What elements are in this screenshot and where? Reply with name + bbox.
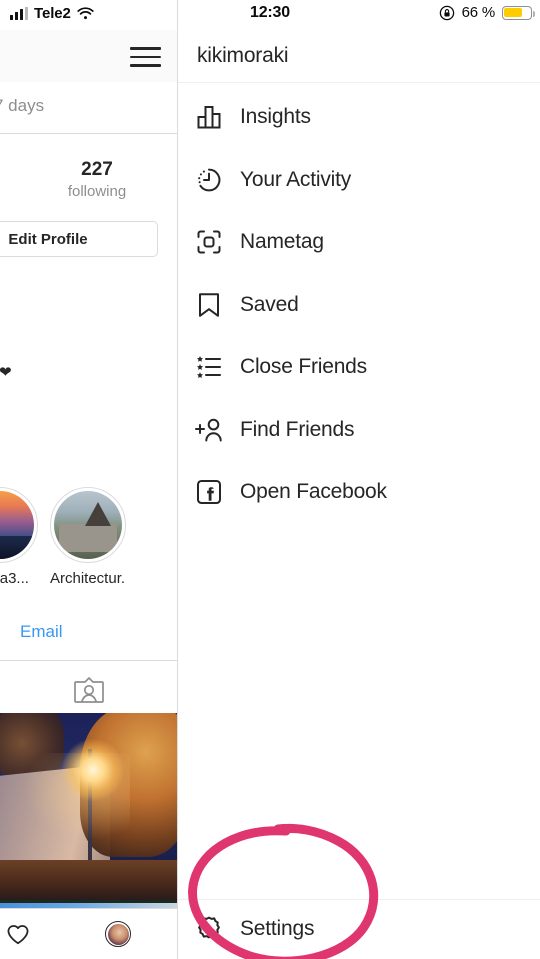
hamburger-line bbox=[130, 47, 161, 50]
side-menu-panel: kikimoraki Insights Your Activity Nameta… bbox=[178, 0, 540, 959]
night-streetlamp-autumn-photo[interactable] bbox=[0, 713, 180, 908]
story-highlights: ткиза3... Architectur... bbox=[0, 487, 180, 587]
status-bar: Tele2 12:30 66 % bbox=[0, 0, 540, 30]
instagram-profile-menu-screen: 7 days s 227 following Edit Profile ц❤ т… bbox=[0, 0, 540, 959]
battery-cap bbox=[532, 10, 535, 17]
menu-item-label: Settings bbox=[240, 917, 315, 940]
bookmark-icon bbox=[178, 291, 240, 319]
menu-item-saved[interactable]: Saved bbox=[178, 274, 540, 337]
following-count: 227 bbox=[81, 159, 113, 180]
battery-percent-label: 66 % bbox=[461, 4, 496, 21]
menu-item-label: Your Activity bbox=[240, 167, 352, 191]
star-list-icon bbox=[178, 353, 240, 381]
avatar bbox=[107, 923, 129, 945]
menu-item-label: Open Facebook bbox=[240, 480, 387, 504]
divider bbox=[0, 660, 180, 661]
tagged-photos-icon[interactable] bbox=[72, 674, 106, 708]
battery-icon bbox=[502, 5, 535, 20]
profile-avatar-icon[interactable] bbox=[105, 921, 131, 947]
bio-text: ц❤ bbox=[0, 364, 13, 381]
menu-item-nametag[interactable]: Nametag bbox=[178, 211, 540, 274]
seen-days-label: 7 days bbox=[0, 96, 45, 115]
heart-icon[interactable] bbox=[6, 923, 30, 945]
photo-bushes bbox=[0, 860, 180, 902]
nametag-scan-icon bbox=[178, 228, 240, 256]
gear-icon bbox=[178, 914, 240, 944]
highlight-label: Architectur... bbox=[50, 570, 126, 587]
menu-item-label: Close Friends bbox=[240, 355, 367, 379]
menu-item-label: Find Friends bbox=[240, 417, 355, 441]
email-button[interactable]: Email bbox=[20, 622, 63, 642]
divider bbox=[178, 82, 540, 83]
castle-tower-photo bbox=[54, 491, 122, 559]
menu-item-insights[interactable]: Insights bbox=[178, 86, 540, 149]
highlight-item[interactable]: ткиза3... bbox=[0, 487, 38, 587]
profile-stats: s 227 following bbox=[0, 157, 180, 213]
edit-profile-button[interactable]: Edit Profile bbox=[0, 221, 158, 257]
hamburger-menu-icon[interactable] bbox=[122, 42, 168, 72]
menu-item-label: Saved bbox=[240, 292, 299, 316]
bar-chart-icon bbox=[178, 103, 240, 131]
clock-activity-icon bbox=[178, 166, 240, 194]
rotation-lock-icon bbox=[439, 5, 455, 21]
stat-following[interactable]: 227 following bbox=[60, 157, 134, 202]
menu-item-close-friends[interactable]: Close Friends bbox=[178, 336, 540, 399]
following-label: following bbox=[67, 183, 127, 200]
profile-backdrop: 7 days s 227 following Edit Profile ц❤ т… bbox=[0, 0, 180, 959]
menu-item-find-friends[interactable]: Find Friends bbox=[178, 399, 540, 462]
highlight-ring bbox=[0, 487, 38, 563]
menu-item-label: Nametag bbox=[240, 230, 324, 254]
photo-lamp-glow bbox=[62, 739, 124, 801]
facebook-icon bbox=[178, 478, 240, 506]
bottom-nav-bar bbox=[0, 908, 180, 959]
panel-header: kikimoraki bbox=[178, 30, 540, 82]
hamburger-line bbox=[130, 64, 161, 67]
battery-fill bbox=[504, 7, 522, 18]
menu-item-label: Insights bbox=[240, 105, 311, 129]
menu-item-settings[interactable]: Settings bbox=[178, 899, 540, 959]
divider bbox=[0, 133, 180, 134]
status-right: 66 % bbox=[439, 4, 535, 21]
highlight-ring bbox=[50, 487, 126, 563]
add-person-icon bbox=[178, 416, 240, 444]
highlight-label: ткиза3... bbox=[0, 570, 29, 587]
menu-item-your-activity[interactable]: Your Activity bbox=[178, 149, 540, 212]
username-title: kikimoraki bbox=[197, 44, 289, 67]
menu-item-open-facebook[interactable]: Open Facebook bbox=[178, 461, 540, 524]
menu-list: Insights Your Activity Nametag Saved Clo… bbox=[178, 86, 540, 524]
bridge-sunset-photo bbox=[0, 491, 34, 559]
hamburger-line bbox=[130, 55, 161, 59]
highlight-item[interactable]: Architectur... bbox=[50, 487, 126, 587]
